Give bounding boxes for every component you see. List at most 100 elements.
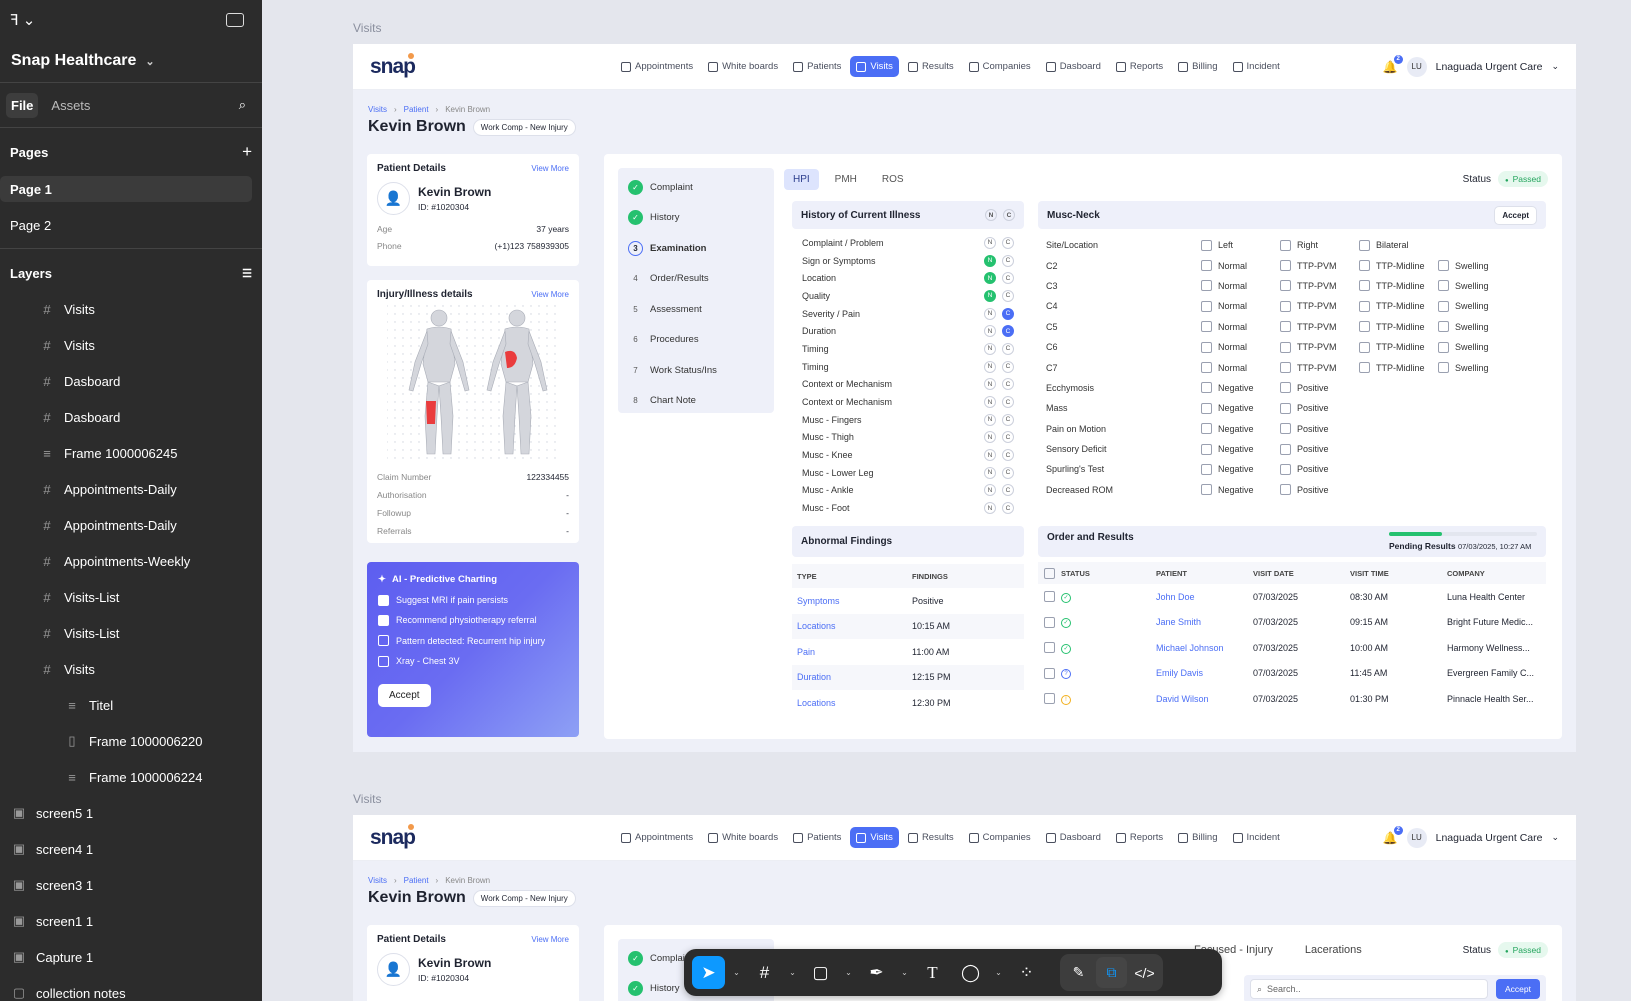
patient-link[interactable]: Jane Smith [1156, 617, 1253, 627]
n-toggle[interactable]: N [984, 360, 996, 373]
notification-bell-icon[interactable]: 🔔 2 [1383, 54, 1403, 74]
collapse-layers-icon[interactable]: ☰ [242, 267, 252, 280]
musc-option-checkbox[interactable]: Swelling [1438, 342, 1517, 353]
finding-type-link[interactable]: Locations [797, 698, 912, 708]
select-all-checkbox[interactable] [1044, 568, 1061, 579]
musc-option-checkbox[interactable]: TTP-Midline [1359, 260, 1438, 271]
nav-item-white-boards[interactable]: White boards [702, 827, 784, 848]
tab-pmh[interactable]: PMH [826, 169, 866, 190]
layer-item[interactable]: # Appointments-Daily [0, 507, 262, 543]
layer-item[interactable]: # Visits-List [0, 579, 262, 615]
musc-option-checkbox[interactable]: Positive [1280, 484, 1359, 495]
view-more-link[interactable]: View More [531, 935, 569, 944]
breadcrumb-item[interactable]: Visits [368, 105, 387, 114]
ai-suggestion-checkbox[interactable]: Pattern detected: Recurrent hip injury [378, 631, 568, 651]
patient-link[interactable]: Michael Johnson [1156, 643, 1253, 653]
nav-item-patients[interactable]: Patients [787, 827, 847, 848]
nav-item-visits[interactable]: Visits [850, 56, 899, 77]
breadcrumb-item[interactable]: Visits [368, 876, 387, 885]
body-diagram[interactable] [377, 304, 567, 459]
musc-option-checkbox[interactable]: TTP-Midline [1359, 342, 1438, 353]
musc-option-checkbox[interactable]: TTP-Midline [1359, 362, 1438, 373]
step-item[interactable]: 6 Procedures [618, 325, 774, 356]
c-toggle[interactable]: C [1002, 502, 1014, 515]
musc-option-checkbox[interactable]: Swelling [1438, 260, 1517, 271]
nav-item-patients[interactable]: Patients [787, 56, 847, 77]
tab-assets[interactable]: Assets [46, 93, 95, 118]
n-toggle[interactable]: N [984, 413, 996, 426]
components-tool-icon[interactable]: ⁘ [1010, 956, 1043, 989]
nav-item-companies[interactable]: Companies [963, 56, 1037, 77]
figma-menu-icon[interactable]: ꟻ ⌄ [10, 11, 35, 29]
pen-tool-icon[interactable]: ✒ [860, 956, 893, 989]
design-mode-icon[interactable]: ⧉ [1096, 957, 1127, 988]
row-checkbox[interactable] [1044, 642, 1061, 653]
accept-button[interactable]: Accept [1494, 205, 1537, 225]
musc-option-checkbox[interactable]: Normal [1201, 280, 1280, 291]
finding-type-link[interactable]: Pain [797, 647, 912, 657]
ai-suggestion-checkbox[interactable]: Suggest MRI if pain persists [378, 590, 568, 610]
row-checkbox[interactable] [1044, 591, 1061, 602]
frame-label[interactable]: Visits [353, 792, 381, 806]
ai-suggestion-checkbox[interactable]: Recommend physiotherapy referral [378, 610, 568, 630]
finding-type-link[interactable]: Duration [797, 672, 912, 682]
accept-button[interactable]: Accept [1496, 979, 1540, 999]
musc-option-checkbox[interactable]: Swelling [1438, 362, 1517, 373]
musc-option-checkbox[interactable]: Negative [1201, 464, 1280, 475]
layer-item[interactable]: ▯ Frame 1000006220 [0, 723, 262, 759]
finding-type-link[interactable]: Locations [797, 621, 912, 631]
dev-mode-icon[interactable]: </> [1129, 957, 1160, 988]
musc-option-checkbox[interactable]: Positive [1280, 423, 1359, 434]
text-tool-icon[interactable]: T [916, 956, 949, 989]
musc-option-checkbox[interactable]: Negative [1201, 382, 1280, 393]
c-toggle[interactable]: C [1002, 254, 1014, 267]
c-toggle[interactable]: C [1003, 209, 1015, 221]
musc-option-checkbox[interactable]: Normal [1201, 342, 1280, 353]
n-toggle[interactable]: N [984, 236, 996, 249]
nav-item-visits[interactable]: Visits [850, 827, 899, 848]
notification-bell-icon[interactable]: 🔔 2 [1383, 825, 1403, 845]
musc-option-checkbox[interactable]: TTP-PVM [1280, 280, 1359, 291]
patient-link[interactable]: John Doe [1156, 592, 1253, 602]
n-toggle[interactable]: N [984, 449, 996, 462]
layer-item[interactable]: ▢ collection notes [0, 975, 262, 1001]
project-name[interactable]: Snap Healthcare ⌄ [0, 40, 262, 82]
frame-label[interactable]: Visits [353, 21, 381, 35]
nav-item-billing[interactable]: Billing [1172, 827, 1223, 848]
n-toggle[interactable]: N [984, 307, 996, 320]
layer-item[interactable]: # Appointments-Daily [0, 471, 262, 507]
nav-item-appointments[interactable]: Appointments [615, 56, 699, 77]
step-item[interactable]: 8 Chart Note [618, 386, 774, 417]
n-toggle[interactable]: N [984, 254, 996, 267]
step-item[interactable]: 4 Order/Results [618, 264, 774, 295]
patient-link[interactable]: David Wilson [1156, 694, 1253, 704]
musc-option-checkbox[interactable]: TTP-Midline [1359, 321, 1438, 332]
c-toggle[interactable]: C [1002, 289, 1014, 302]
musc-option-checkbox[interactable]: Normal [1201, 321, 1280, 332]
layer-item[interactable]: # Visits [0, 291, 262, 327]
page-item[interactable]: Page 1 [0, 176, 252, 202]
n-toggle[interactable]: N [984, 484, 996, 497]
step-item[interactable]: 7 Work Status/Ins [618, 355, 774, 386]
nav-item-billing[interactable]: Billing [1172, 56, 1223, 77]
nav-item-results[interactable]: Results [902, 827, 960, 848]
tab-hpi[interactable]: HPI [784, 169, 819, 190]
nav-item-results[interactable]: Results [902, 56, 960, 77]
c-toggle[interactable]: C [1002, 449, 1014, 462]
musc-option-checkbox[interactable]: Normal [1201, 260, 1280, 271]
musc-option-checkbox[interactable]: Negative [1201, 403, 1280, 414]
row-checkbox[interactable] [1044, 668, 1061, 679]
layer-item[interactable]: # Visits [0, 651, 262, 687]
layer-item[interactable]: ≡ Titel [0, 687, 262, 723]
n-toggle[interactable]: N [984, 325, 996, 338]
musc-option-checkbox[interactable]: Negative [1201, 484, 1280, 495]
musc-option-checkbox[interactable]: TTP-PVM [1280, 342, 1359, 353]
musc-option-checkbox[interactable]: TTP-Midline [1359, 280, 1438, 291]
nav-item-companies[interactable]: Companies [963, 827, 1037, 848]
c-toggle[interactable]: C [1002, 360, 1014, 373]
c-toggle[interactable]: C [1002, 378, 1014, 391]
musc-option-checkbox[interactable]: Positive [1280, 382, 1359, 393]
frame-tool-icon[interactable]: # [748, 956, 781, 989]
chevron-down-icon[interactable]: ⌄ [730, 968, 743, 977]
canvas[interactable]: Visits snap Appointments White boards Pati… [262, 0, 1631, 1001]
